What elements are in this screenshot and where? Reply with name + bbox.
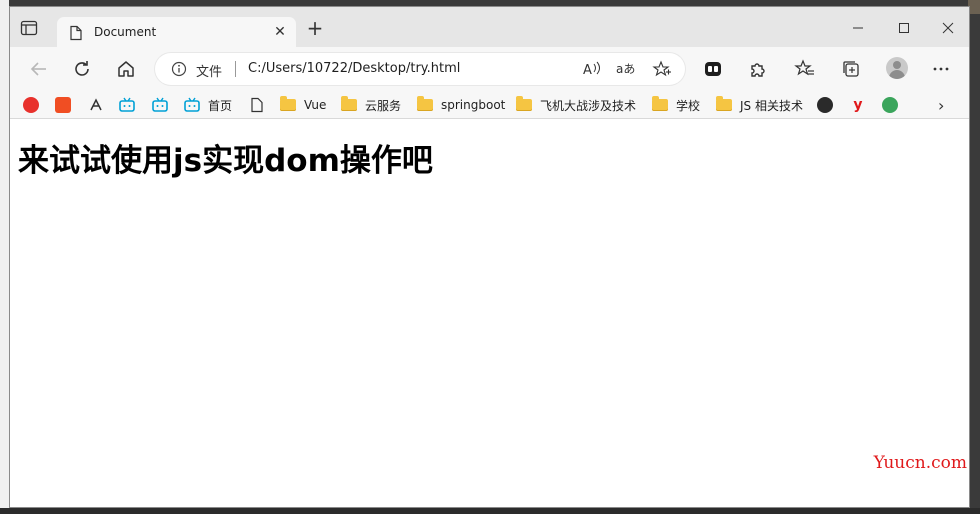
divider (235, 61, 236, 77)
bookmark-icon-green[interactable] (882, 97, 898, 113)
window-close-icon[interactable] (938, 19, 958, 37)
home-icon[interactable] (115, 58, 137, 80)
bookmark-label: 飞机大战涉及技术 (540, 98, 637, 113)
svg-text:aあ: aあ (616, 62, 635, 76)
folder-icon (341, 96, 357, 111)
bookmark-springboot[interactable]: springboot (417, 95, 505, 115)
watermark: Yuucn.com (873, 453, 967, 473)
document-icon (69, 25, 83, 45)
bookmark-icon-y[interactable]: y (850, 97, 866, 113)
scheme-label: 文件 (196, 65, 223, 80)
plus-icon[interactable]: + (305, 18, 325, 39)
desktop-background-bottom (0, 508, 980, 514)
bookmark-icon-3[interactable] (88, 97, 104, 113)
bookmark-label: JS 相关技术 (740, 98, 803, 113)
bookmark-icon-lol[interactable] (817, 97, 833, 113)
bookmark-icon-2[interactable] (55, 97, 71, 113)
bookmark-vue[interactable]: Vue (280, 95, 326, 115)
bookmark-cloud[interactable]: 云服务 (341, 95, 401, 115)
bookmark-js[interactable]: JS 相关技术 (716, 95, 803, 115)
bilibili-icon-2[interactable] (152, 97, 168, 113)
bookmark-plane-game[interactable]: 飞机大战涉及技术 (516, 95, 636, 115)
bookmark-label: 云服务 (365, 98, 402, 113)
bookmark-icon-1[interactable] (23, 97, 39, 113)
desktop-background-left (0, 0, 9, 514)
bookmark-school[interactable]: 学校 (652, 95, 700, 115)
sidebar-icon[interactable] (20, 20, 38, 36)
tab-document[interactable]: Document ✕ (57, 17, 296, 49)
tab-strip: Document ✕ + (10, 7, 969, 49)
favorites-icon[interactable] (794, 58, 816, 80)
minimize-icon[interactable] (848, 19, 868, 37)
bookmark-label: 学校 (676, 98, 701, 113)
page-heading: 来试试使用js实现dom操作吧 (18, 143, 433, 179)
bookmarks-bar: 首页 Vue 云服务 springboot 飞机大战涉及技术 学校 JS 相关技… (10, 91, 969, 119)
puzzle-icon[interactable] (747, 58, 769, 80)
browser-window: Document ✕ + 文件 C:/Users/10722/Desktop/t… (9, 6, 970, 508)
folder-icon (716, 96, 732, 111)
collections-icon[interactable] (840, 58, 862, 80)
info-icon[interactable] (171, 61, 187, 81)
folder-icon (516, 96, 532, 111)
bookmark-label: Vue (304, 98, 327, 112)
more-icon[interactable] (930, 58, 952, 80)
folder-icon (417, 96, 433, 111)
chevron-right-icon[interactable]: › (938, 96, 944, 115)
bookmark-home[interactable]: 首页 (184, 95, 232, 115)
address-bar[interactable]: 文件 C:/Users/10722/Desktop/try.html A aあ (155, 53, 685, 85)
maximize-icon[interactable] (894, 19, 914, 37)
close-icon[interactable]: ✕ (272, 24, 288, 40)
extension-icon[interactable] (702, 58, 724, 80)
page-content: 来试试使用js实现dom操作吧 Yuucn.com (10, 119, 969, 507)
address-toolbar: 文件 C:/Users/10722/Desktop/try.html A aあ (10, 47, 969, 91)
translate-icon[interactable]: aあ (616, 60, 636, 78)
svg-text:A: A (583, 63, 592, 78)
read-aloud-icon[interactable]: A (582, 60, 602, 78)
bilibili-icon-1[interactable] (119, 97, 135, 113)
profile-icon[interactable] (886, 57, 908, 79)
folder-icon (652, 96, 668, 111)
bookmark-label: 首页 (208, 98, 233, 113)
tab-title: Document (94, 25, 157, 39)
page-icon[interactable] (249, 97, 265, 113)
url-text[interactable]: C:/Users/10722/Desktop/try.html (248, 61, 460, 76)
bilibili-icon-3 (184, 97, 200, 112)
folder-icon (280, 96, 296, 111)
refresh-icon[interactable] (71, 58, 93, 80)
add-favorite-icon[interactable] (652, 60, 672, 78)
back-icon[interactable] (28, 58, 50, 80)
bookmark-label: springboot (441, 98, 506, 112)
